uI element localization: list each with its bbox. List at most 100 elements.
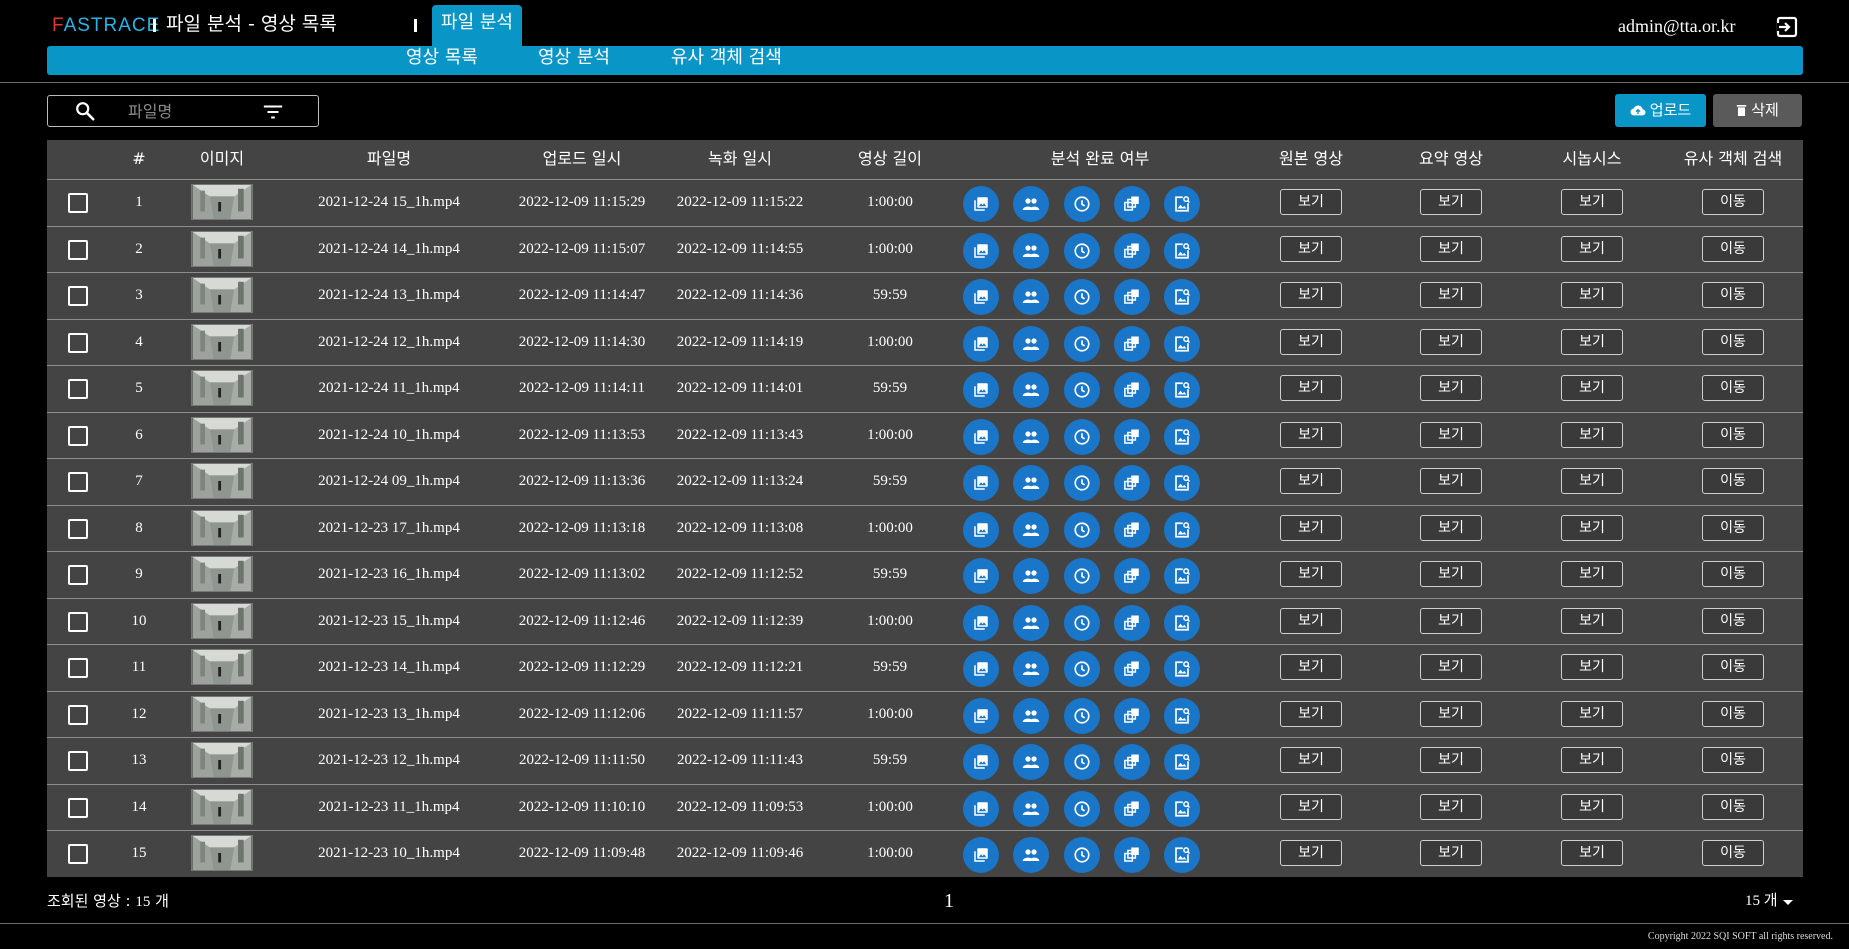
analysis-layers-button[interactable]: [1114, 325, 1150, 362]
original-video-view-button[interactable]: 보기: [1280, 793, 1342, 820]
original-video-view-button[interactable]: 보기: [1280, 328, 1342, 355]
row-checkbox[interactable]: [68, 286, 88, 306]
video-thumbnail[interactable]: [191, 509, 253, 546]
similar-search-move-button[interactable]: 이동: [1702, 793, 1764, 820]
analysis-image-search-button[interactable]: [1164, 325, 1200, 362]
analysis-clock-button[interactable]: [1064, 465, 1100, 501]
row-checkbox[interactable]: [68, 239, 88, 260]
synopsis-view-button[interactable]: 보기: [1561, 607, 1623, 634]
original-video-view-button[interactable]: 보기: [1280, 840, 1342, 866]
analysis-layers-button[interactable]: [1114, 651, 1150, 687]
subnav-similar-search[interactable]: 유사 객체 검색: [671, 46, 782, 70]
row-checkbox[interactable]: [68, 797, 88, 818]
tab-file-analysis[interactable]: 파일 분석: [432, 5, 522, 48]
analysis-image-search-button[interactable]: [1164, 837, 1200, 873]
analysis-image-button[interactable]: [963, 232, 999, 269]
video-thumbnail[interactable]: [191, 649, 253, 685]
analysis-image-search-button[interactable]: [1164, 186, 1200, 222]
analysis-clock-button[interactable]: [1064, 186, 1100, 222]
similar-search-move-button[interactable]: 이동: [1702, 189, 1764, 215]
video-thumbnail[interactable]: [191, 416, 253, 453]
analysis-layers-button[interactable]: [1114, 558, 1150, 594]
synopsis-view-button[interactable]: 보기: [1561, 514, 1623, 541]
row-checkbox[interactable]: [68, 193, 88, 213]
similar-search-move-button[interactable]: 이동: [1702, 840, 1764, 866]
analysis-image-button[interactable]: [963, 186, 999, 222]
analysis-image-button[interactable]: [963, 279, 999, 315]
synopsis-view-button[interactable]: 보기: [1561, 561, 1623, 587]
synopsis-view-button[interactable]: 보기: [1561, 189, 1623, 215]
analysis-people-button[interactable]: [1013, 790, 1049, 827]
analysis-people-button[interactable]: [1013, 279, 1049, 315]
row-checkbox[interactable]: [68, 518, 88, 539]
video-thumbnail[interactable]: [191, 277, 253, 313]
analysis-layers-button[interactable]: [1114, 604, 1150, 641]
pagination-page-1[interactable]: 1: [944, 888, 954, 914]
analysis-people-button[interactable]: [1013, 511, 1049, 548]
summary-video-view-button[interactable]: 보기: [1420, 468, 1482, 494]
similar-search-move-button[interactable]: 이동: [1702, 607, 1764, 634]
analysis-clock-button[interactable]: [1064, 279, 1100, 315]
original-video-view-button[interactable]: 보기: [1280, 375, 1342, 401]
synopsis-view-button[interactable]: 보기: [1561, 421, 1623, 448]
analysis-clock-button[interactable]: [1064, 744, 1100, 780]
analysis-people-button[interactable]: [1013, 744, 1049, 780]
synopsis-view-button[interactable]: 보기: [1561, 793, 1623, 820]
original-video-view-button[interactable]: 보기: [1280, 514, 1342, 541]
synopsis-view-button[interactable]: 보기: [1561, 282, 1623, 308]
delete-button[interactable]: 삭제: [1713, 94, 1802, 127]
row-checkbox[interactable]: [68, 844, 88, 864]
synopsis-view-button[interactable]: 보기: [1561, 840, 1623, 866]
app-logo[interactable]: FASTRACE: [52, 14, 160, 38]
synopsis-view-button[interactable]: 보기: [1561, 654, 1623, 680]
logout-icon[interactable]: [1775, 15, 1799, 39]
analysis-image-search-button[interactable]: [1164, 651, 1200, 687]
similar-search-move-button[interactable]: 이동: [1702, 654, 1764, 680]
analysis-clock-button[interactable]: [1064, 651, 1100, 687]
video-thumbnail[interactable]: [191, 463, 253, 499]
video-thumbnail[interactable]: [191, 788, 253, 825]
analysis-image-button[interactable]: [963, 558, 999, 594]
analysis-people-button[interactable]: [1013, 372, 1049, 408]
synopsis-view-button[interactable]: 보기: [1561, 700, 1623, 727]
row-checkbox[interactable]: [68, 565, 88, 585]
row-checkbox[interactable]: [68, 704, 88, 725]
summary-video-view-button[interactable]: 보기: [1420, 840, 1482, 866]
analysis-clock-button[interactable]: [1064, 558, 1100, 594]
analysis-people-button[interactable]: [1013, 186, 1049, 222]
summary-video-view-button[interactable]: 보기: [1420, 375, 1482, 401]
summary-video-view-button[interactable]: 보기: [1420, 282, 1482, 308]
analysis-layers-button[interactable]: [1114, 465, 1150, 501]
summary-video-view-button[interactable]: 보기: [1420, 654, 1482, 680]
filter-icon[interactable]: [262, 101, 284, 123]
analysis-image-button[interactable]: [963, 604, 999, 641]
analysis-clock-button[interactable]: [1064, 604, 1100, 641]
subnav-video-analysis[interactable]: 영상 분석: [538, 46, 610, 70]
analysis-image-button[interactable]: [963, 744, 999, 780]
similar-search-move-button[interactable]: 이동: [1702, 514, 1764, 541]
summary-video-view-button[interactable]: 보기: [1420, 700, 1482, 727]
original-video-view-button[interactable]: 보기: [1280, 561, 1342, 587]
analysis-image-search-button[interactable]: [1164, 465, 1200, 501]
similar-search-move-button[interactable]: 이동: [1702, 468, 1764, 494]
original-video-view-button[interactable]: 보기: [1280, 282, 1342, 308]
analysis-people-button[interactable]: [1013, 604, 1049, 641]
analysis-layers-button[interactable]: [1114, 511, 1150, 548]
summary-video-view-button[interactable]: 보기: [1420, 793, 1482, 820]
analysis-people-button[interactable]: [1013, 232, 1049, 269]
analysis-clock-button[interactable]: [1064, 418, 1100, 455]
similar-search-move-button[interactable]: 이동: [1702, 747, 1764, 773]
analysis-people-button[interactable]: [1013, 465, 1049, 501]
upload-button[interactable]: 업로드: [1615, 94, 1706, 127]
similar-search-move-button[interactable]: 이동: [1702, 700, 1764, 727]
analysis-clock-button[interactable]: [1064, 790, 1100, 827]
analysis-clock-button[interactable]: [1064, 837, 1100, 873]
video-thumbnail[interactable]: [191, 742, 253, 778]
analysis-image-search-button[interactable]: [1164, 604, 1200, 641]
analysis-clock-button[interactable]: [1064, 511, 1100, 548]
similar-search-move-button[interactable]: 이동: [1702, 282, 1764, 308]
summary-video-view-button[interactable]: 보기: [1420, 607, 1482, 634]
analysis-layers-button[interactable]: [1114, 418, 1150, 455]
analysis-image-search-button[interactable]: [1164, 418, 1200, 455]
video-thumbnail[interactable]: [191, 695, 253, 732]
